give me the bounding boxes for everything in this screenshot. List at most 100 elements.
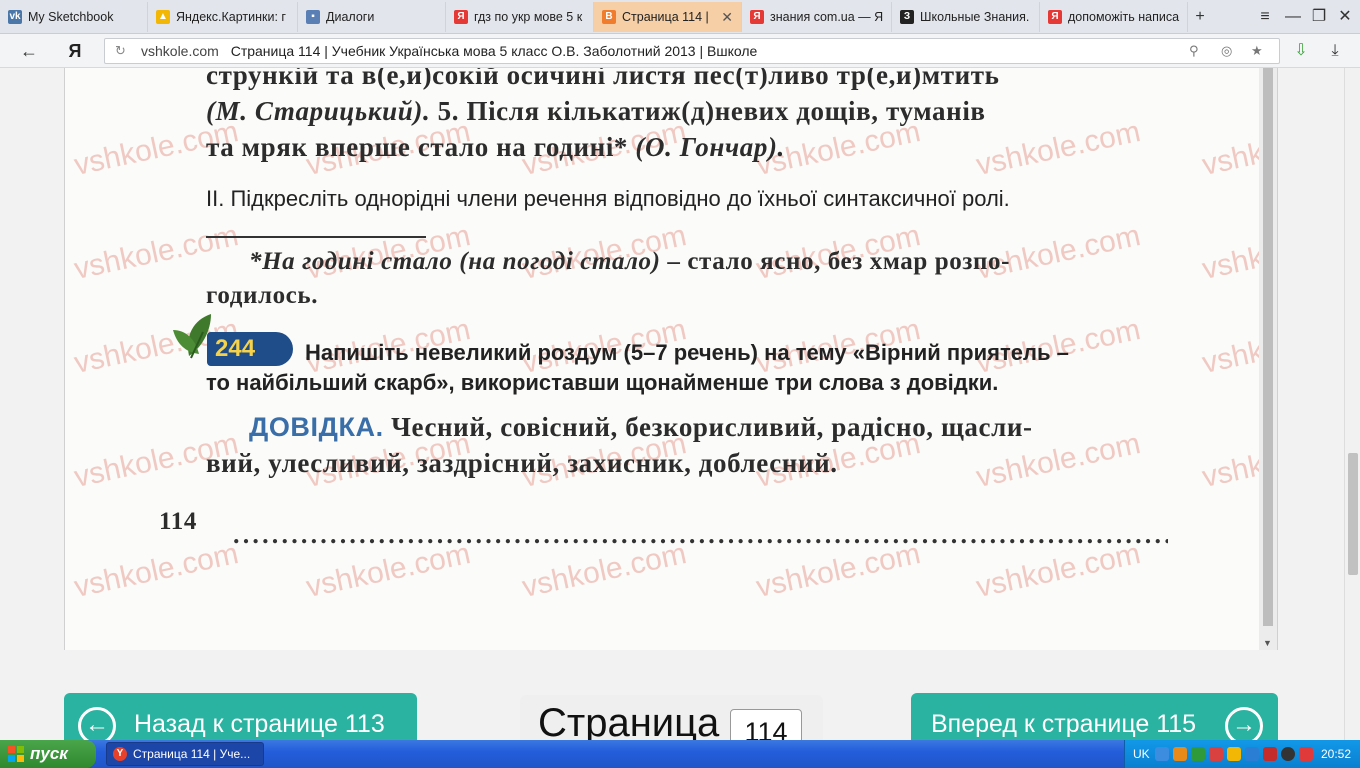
page-scroll-thumb[interactable]	[1348, 453, 1358, 575]
znanija-icon: З	[900, 10, 914, 24]
tray-vk-icon[interactable]	[1209, 747, 1223, 761]
scroll-down-arrow-icon[interactable]: ▼	[1263, 638, 1272, 648]
watermark: vshkole.com	[973, 115, 1144, 182]
taskbar-item-label: Страница 114 | Уче...	[133, 747, 251, 761]
inner-scrollbar[interactable]: ▼	[1259, 68, 1277, 650]
tray-camera-icon[interactable]	[1281, 747, 1295, 761]
browser-tab-label: Яндекс.Картинки: г	[176, 10, 286, 24]
author-starytskyi: (М. Старицький).	[206, 96, 431, 126]
vshkole-icon: B	[602, 10, 616, 24]
tray-help-icon[interactable]	[1227, 747, 1241, 761]
author-honchar: (О. Гончар).	[635, 132, 785, 162]
tray-shield-icon[interactable]	[1263, 747, 1277, 761]
text-line-2-rest: 5. Після кількатиж(д)невих дощів, тумані…	[430, 96, 986, 126]
text-line-3: та мряк вперше стало на годині* (О. Гонч…	[206, 132, 785, 163]
footnote-rule	[206, 236, 426, 238]
page-selector-label: Страница	[538, 701, 720, 740]
footnote-line-2: годилось.	[206, 282, 319, 309]
exercise-line-1: Напишіть невеликий роздум (5–7 речень) н…	[305, 340, 1069, 365]
browser-tab[interactable]: Ядопоможіть написа	[1040, 2, 1188, 32]
tray-app-icon[interactable]	[1173, 747, 1187, 761]
addon-icon[interactable]: ⇩	[1284, 34, 1318, 68]
watermark: vshkole.com	[1199, 313, 1259, 380]
address-domain: vshkole.com	[141, 43, 219, 59]
browser-tab-label: My Sketchbook	[28, 10, 114, 24]
footnote-rest: – стало ясно, без хмар розпо-	[660, 248, 1011, 275]
dotted-leader: ........................................…	[233, 520, 1168, 549]
windows-taskbar: пуск Y Страница 114 | Уче... UK 20:52	[0, 740, 1360, 768]
next-page-button[interactable]: Вперед к странице 115 →	[911, 693, 1278, 740]
browser-tab[interactable]: Язнания com.ua — Я	[742, 2, 892, 32]
textbook-frame: vshkole.com vshkole.com vshkole.com vshkole…	[64, 68, 1278, 650]
tray-sync-icon[interactable]	[1245, 747, 1259, 761]
dovidka-words-1: Чесний, совісний, безкорисливий, радісно…	[383, 412, 1033, 442]
vk-icon: vk	[8, 10, 22, 24]
new-tab-button[interactable]: +	[1185, 0, 1215, 34]
menu-button[interactable]: ≡	[1250, 0, 1280, 34]
task-2: ІІ. Підкресліть однорідні члени речення …	[206, 186, 1010, 211]
watermark: vshkole.com	[1199, 427, 1259, 494]
arrow-right-circle-icon: →	[1225, 707, 1263, 740]
tray-arrow-icon[interactable]	[1155, 747, 1169, 761]
address-bar[interactable]: ↻ vshkole.com Страница 114 | Учебник Укр…	[104, 38, 1280, 64]
browser-tab[interactable]: ▪ Диалоги	[298, 2, 446, 32]
yandex-logo-icon[interactable]: Я	[58, 34, 92, 68]
browser-tab[interactable]: Ягдз по укр мове 5 к	[446, 2, 594, 32]
zoom-icon[interactable]: ⚲	[1189, 39, 1199, 63]
dovidka-line-1: ДОВІДКА. Чесний, совісний, безкорисливий…	[249, 412, 1033, 443]
browser-tab[interactable]: B Страница 114 | ✕	[594, 2, 742, 32]
bookmark-star-icon[interactable]: ★	[1251, 39, 1263, 63]
watermark: vshkole.com	[71, 219, 242, 286]
system-tray: UK 20:52	[1124, 740, 1360, 768]
next-page-label: Вперед к странице 115	[931, 710, 1197, 738]
footnote-line-1: *На годині стало (на погоді стало) – ста…	[249, 248, 1010, 276]
reload-icon[interactable]: ↻	[115, 39, 126, 63]
browser-tab-label: знания com.ua — Я	[770, 10, 884, 24]
start-label: пуск	[30, 744, 68, 763]
dovidka-line-2: вий, улесливий, заздрісний, захисник, до…	[206, 448, 838, 478]
inner-scroll-thumb[interactable]	[1263, 68, 1273, 626]
dovidka-label: ДОВІДКА.	[249, 412, 384, 442]
taskbar-item-browser[interactable]: Y Страница 114 | Уче...	[106, 742, 264, 766]
textbook-scan: vshkole.com vshkole.com vshkole.com vshkole…	[65, 68, 1259, 650]
page-number-input[interactable]: 114	[730, 709, 802, 740]
prev-page-button[interactable]: ← Назад к странице 113	[64, 693, 417, 740]
watermark: vshkole.com	[1199, 115, 1259, 182]
arrow-left-circle-icon: ←	[78, 707, 116, 740]
browser-tab[interactable]: ▲ Яндекс.Картинки: г	[148, 2, 298, 32]
yandex-browser-icon: Y	[113, 747, 127, 761]
dialog-icon: ▪	[306, 10, 320, 24]
footnote-term: *На годині стало (на погоді стало)	[249, 248, 661, 275]
clock: 20:52	[1321, 747, 1352, 761]
browser-tab-label: Страница 114 |	[622, 10, 709, 24]
start-button[interactable]: пуск	[0, 740, 96, 768]
yandex-images-icon: ▲	[156, 10, 170, 24]
watermark: vshkole.com	[71, 537, 242, 604]
protect-icon[interactable]: ◎	[1221, 39, 1232, 63]
close-window-button[interactable]: ✕	[1330, 0, 1360, 34]
downloads-icon[interactable]: ⤓	[1318, 34, 1352, 68]
windows-flag-icon	[8, 746, 24, 762]
address-page-title: Страница 114 | Учебник Українська мова 5…	[230, 43, 758, 59]
tray-network-icon[interactable]	[1191, 747, 1205, 761]
prev-page-label: Назад к странице 113	[134, 710, 385, 738]
text-line-3-plain: та мряк вперше стало на годині*	[206, 132, 636, 162]
browser-tab[interactable]: З Школьные Знания.	[892, 2, 1040, 32]
language-indicator[interactable]: UK	[1133, 740, 1150, 768]
browser-tab-label: допоможіть написа	[1068, 10, 1180, 24]
close-tab-icon[interactable]: ✕	[721, 2, 733, 32]
browser-tab-label: Школьные Знания.	[920, 10, 1030, 24]
tray-antivirus-icon[interactable]	[1299, 747, 1313, 761]
watermark: vshkole.com	[1199, 219, 1259, 286]
exercise-number-badge: 244	[207, 332, 293, 366]
browser-tab-label: гдз по укр мове 5 к	[474, 10, 583, 24]
exercise-line-2: то найбільший скарб», використавши щонай…	[206, 370, 999, 395]
text-line-2: (М. Старицький). 5. Після кількатиж(д)не…	[206, 96, 986, 127]
back-arrow-icon[interactable]: ←	[12, 34, 46, 68]
address-row: ← Я ↻ vshkole.com Страница 114 | Учебник…	[0, 34, 1360, 68]
page-scrollbar[interactable]	[1344, 68, 1360, 740]
browser-tab[interactable]: vk My Sketchbook	[0, 2, 148, 32]
yandex-icon: Я	[1048, 10, 1062, 24]
text-line-1: стрункій та в(е,и)сокій осичині листя пе…	[206, 68, 1000, 90]
browser-tab-label: Диалоги	[326, 10, 375, 24]
